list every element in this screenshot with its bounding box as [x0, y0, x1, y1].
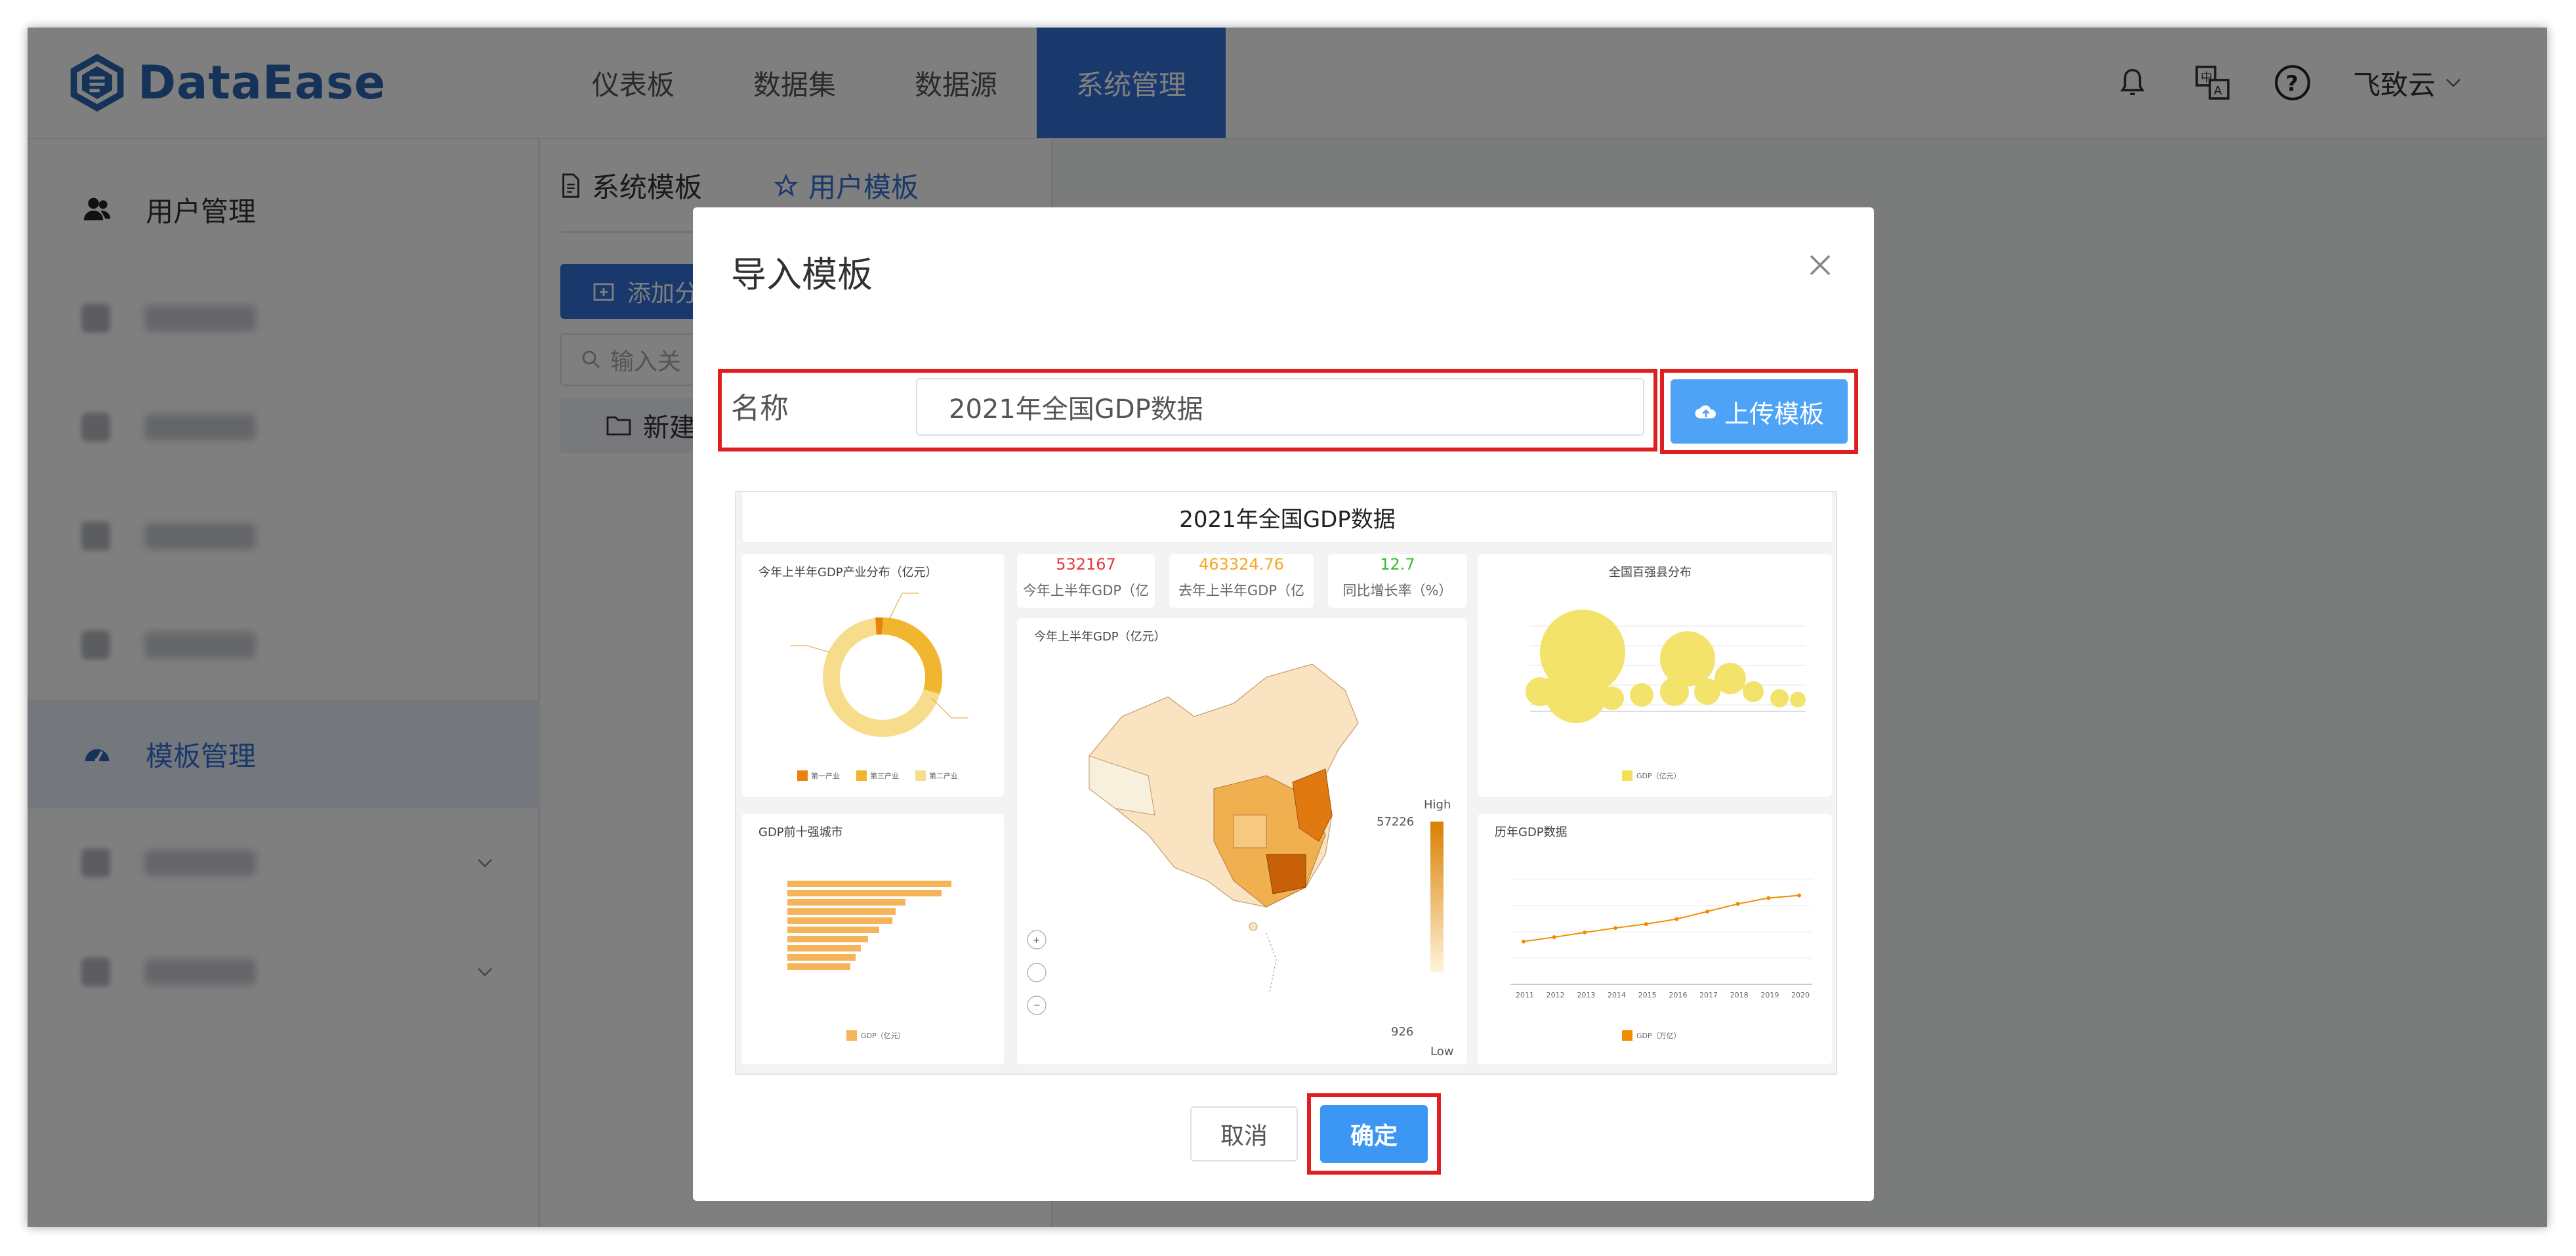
- upload-button-label: 上传模板: [1724, 399, 1824, 429]
- yearly-gdp-line-chart: 2011 2012 2013 2014 2015 2016 2017 2018 2019 2020: [1510, 879, 1812, 1041]
- cloud-upload-icon: [1695, 405, 1716, 419]
- year-tick-label: 2016: [1669, 991, 1687, 999]
- map-chart-card: 今年上半年GDP（亿元） + − High 57226 926 Low: [1017, 618, 1467, 1064]
- close-icon[interactable]: [1807, 252, 1833, 278]
- year-tick-label: 2013: [1577, 991, 1595, 999]
- line-legend: GDP（万亿）: [1636, 1032, 1681, 1040]
- upload-template-button[interactable]: 上传模板: [1671, 379, 1848, 444]
- year-tick-label: 2011: [1516, 991, 1534, 999]
- line-chart-card: 历年GDP数据 2011 2012 2013 2014 2015 2016 2017 2018…: [1478, 814, 1832, 1064]
- bar-legend: GDP（亿元）: [861, 1032, 905, 1040]
- gdp-point: [1522, 939, 1526, 944]
- gdp-point: [1583, 930, 1587, 934]
- confirm-button[interactable]: 确定: [1320, 1105, 1428, 1163]
- dialog-title: 导入模板: [731, 254, 873, 295]
- import-template-dialog: 导入模板 名称 2021年全国GDP数据 上传模板 2021年全国GDP数据 今…: [693, 207, 1874, 1201]
- svg-text:+: +: [1033, 936, 1040, 946]
- bubble-chart: [1526, 610, 1806, 781]
- preview-title: 2021年全国GDP数据: [743, 492, 1832, 543]
- year-tick-label: 2018: [1730, 991, 1749, 999]
- name-input-value: 2021年全国GDP数据: [949, 394, 1203, 425]
- donut-legend-3: 第二产业: [929, 772, 958, 780]
- year-tick-label: 2014: [1608, 991, 1626, 999]
- year-tick-label: 2015: [1638, 991, 1657, 999]
- kpi-value: 12.7: [1380, 555, 1415, 574]
- bar-chart-card: GDP前十强城市 GDP（亿元）: [741, 814, 1004, 1064]
- year-tick-label: 2017: [1699, 991, 1718, 999]
- kpi-value: 463324.76: [1199, 555, 1284, 574]
- template-name-input[interactable]: 2021年全国GDP数据: [916, 378, 1644, 436]
- year-tick-label: 2019: [1760, 991, 1779, 999]
- template-preview: 2021年全国GDP数据 今年上半年GDP产业分布（亿元） 第一产业 第三产业: [735, 491, 1837, 1075]
- kpi-growth-rate: 12.7 同比增长率（%）: [1328, 554, 1467, 608]
- donut-legend-2: 第三产业: [870, 772, 899, 780]
- gdp-point: [1797, 893, 1801, 898]
- bubble-chart-card: 全国百强县分布 GDP（亿元）: [1478, 554, 1832, 797]
- map-legend-min: 926: [1391, 1025, 1414, 1039]
- map-legend-max: 57226: [1377, 815, 1415, 829]
- kpi-this-year: 532167 今年上半年GDP（亿: [1017, 554, 1155, 608]
- bubble-legend: GDP（亿元）: [1636, 772, 1681, 780]
- top10-bar-chart: [787, 881, 951, 1041]
- year-tick-label: 2020: [1791, 991, 1810, 999]
- name-label: 名称: [731, 392, 789, 425]
- kpi-label: 同比增长率（%）: [1342, 583, 1453, 598]
- gdp-point: [1705, 910, 1709, 914]
- cancel-button[interactable]: 取消: [1190, 1106, 1298, 1162]
- gdp-point: [1613, 926, 1617, 931]
- kpi-label: 今年上半年GDP（亿: [1022, 583, 1150, 598]
- svg-text:−: −: [1033, 1001, 1041, 1011]
- gdp-line: [1523, 894, 1800, 942]
- year-tick-label: 2012: [1547, 991, 1565, 999]
- donut-chart: [791, 593, 968, 781]
- map-legend-high: High: [1424, 798, 1451, 812]
- kpi-value: 532167: [1056, 555, 1116, 574]
- donut-chart-card: 今年上半年GDP产业分布（亿元） 第一产业 第三产业 第二产业: [741, 554, 1004, 797]
- gdp-point: [1552, 935, 1556, 940]
- gdp-point: [1766, 896, 1771, 900]
- gdp-point: [1674, 917, 1679, 921]
- kpi-label: 去年上半年GDP（亿: [1178, 583, 1305, 598]
- donut-legend-1: 第一产业: [811, 772, 840, 780]
- gdp-point: [1735, 902, 1740, 906]
- kpi-last-year: 463324.76 去年上半年GDP（亿: [1169, 554, 1314, 608]
- map-legend-low: Low: [1430, 1045, 1454, 1058]
- china-map: + −: [1027, 663, 1444, 1015]
- gdp-point: [1644, 922, 1648, 927]
